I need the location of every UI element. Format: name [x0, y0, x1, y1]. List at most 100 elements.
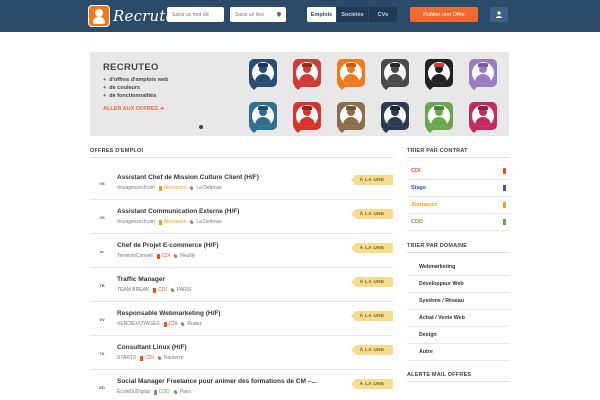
user-icon: [496, 11, 502, 18]
contract-type: Alernance: [163, 185, 187, 191]
avatar-tile: [381, 102, 409, 133]
avatar-person-icon: [296, 62, 318, 84]
contract-filter-label: Alernance: [411, 202, 438, 208]
location-pin-icon: [189, 185, 195, 191]
avatar-tile: [337, 102, 365, 133]
publish-offer-button[interactable]: Publier une Offre: [410, 7, 478, 22]
divider: [407, 179, 510, 180]
divider: [90, 157, 393, 158]
avatar-person-icon: [252, 62, 274, 84]
company-name: Voyagessncfcom: [117, 185, 155, 191]
contract-flag-icon: [158, 219, 162, 225]
user-account-button[interactable]: [490, 7, 508, 22]
domain-filter-item[interactable]: Développeur Web: [407, 279, 510, 289]
contract-flag-icon: [153, 287, 157, 293]
job-row[interactable]: ED Social Manager Freelance pour animer d…: [90, 370, 393, 400]
domain-filter-item[interactable]: Autre: [407, 347, 510, 357]
hero-feature: + d'offres d'emplois web: [103, 77, 169, 83]
carousel-dot[interactable]: [199, 125, 203, 129]
main-nav: Emplois Sociétés CVs: [307, 7, 397, 22]
job-row[interactable]: VS Assistant Communication Externe (H/F) V…: [90, 200, 393, 234]
job-title[interactable]: Chef de Projet E-commerce (H/F): [117, 242, 219, 249]
job-row[interactable]: VV Responsable Webmarketing (H/F) VERDIEVO…: [90, 302, 393, 336]
featured-badge: À LA UNE: [351, 209, 393, 219]
contract-filter-item[interactable]: Alernance: [407, 200, 510, 210]
divider: [407, 157, 510, 158]
job-meta: Voyagessncfcom Alernance La Defense: [117, 185, 222, 191]
contract-flag-icon: [156, 253, 160, 259]
domain-filter-label: Développeur Web: [419, 281, 464, 287]
top-header: RecruteO Emplois Sociétés CVs Publier un…: [0, 0, 600, 32]
contract-filter-label: Stage: [411, 185, 426, 191]
contract-flag-icon: [163, 321, 167, 327]
hero-feature: + de fonctionnalités: [103, 93, 157, 99]
job-meta: Voyagessncfcom Alernance La Defense: [117, 219, 222, 225]
job-meta: EcoleDuDigital CDD Paris: [117, 389, 191, 395]
contract-flag-icon: [503, 168, 506, 174]
contract-filter-item[interactable]: CDD: [407, 217, 510, 227]
job-row[interactable]: TA Consultant Linux (H/F) STARTX CDI Nanterr…: [90, 336, 393, 370]
divider: [407, 343, 510, 344]
location-pin-icon: [172, 389, 178, 395]
location-pin-icon: [169, 287, 175, 293]
avatar-tile: [293, 59, 321, 90]
go-to-offers-link[interactable]: ALLER AUX OFFRES ➔: [103, 106, 164, 112]
avatar-tile: [425, 59, 453, 90]
job-title[interactable]: Social Manager Freelance pour animer des…: [117, 378, 317, 385]
jobs-section-title: OFFRES D'EMPLOI: [90, 148, 144, 154]
job-row[interactable]: tc Chef de Projet E-commerce (H/F) Temenio…: [90, 234, 393, 268]
divider: [407, 309, 510, 310]
avatar-person-icon: [472, 62, 494, 84]
contract-flag-icon: [140, 355, 144, 361]
nav-cvs[interactable]: CVs: [369, 7, 397, 22]
job-location: Paris: [179, 389, 192, 395]
location-pin-icon: [173, 253, 179, 259]
contract-type: CDI: [168, 321, 178, 327]
avatar-person-icon: [340, 62, 362, 84]
contract-flag-icon: [158, 185, 162, 191]
company-name: Voyagessncfcom: [117, 219, 155, 225]
avatar-person-icon: [340, 105, 362, 127]
job-location: Rodez: [187, 321, 202, 327]
divider: [407, 326, 510, 327]
avatar-person-icon: [296, 105, 318, 127]
contract-flag-icon: [503, 219, 506, 225]
location-pin-icon: [156, 355, 162, 361]
company-name: VERDIEVOYAGES: [117, 321, 160, 327]
job-title[interactable]: Traffic Manager: [117, 276, 165, 283]
divider: [407, 213, 510, 214]
nav-emplois[interactable]: Emplois: [307, 7, 337, 22]
avatar-person-icon: [384, 62, 406, 84]
avatar-person-icon: [384, 105, 406, 127]
job-title[interactable]: Consultant Linux (H/F): [117, 344, 187, 351]
job-meta: STARTX CDI Nanterre: [117, 355, 183, 361]
job-title[interactable]: Responsable Webmarketing (H/F): [117, 310, 221, 317]
domain-filter-label: Système / Réseau: [419, 298, 465, 304]
job-title[interactable]: Assistant Chef de Mission Culture Client…: [117, 174, 259, 181]
hero-feature-list: + d'offres d'emplois web + de couleurs + de…: [103, 76, 168, 100]
contract-type: CDD: [158, 389, 170, 395]
divider: [407, 275, 510, 276]
avatar-person-icon: [428, 105, 450, 127]
company-logo: TB: [99, 282, 105, 288]
divider: [407, 196, 510, 197]
contract-type: CDI: [158, 287, 167, 293]
contract-type: CDI: [161, 253, 171, 259]
job-location: La Defense: [196, 219, 222, 225]
contract-flag-icon: [503, 202, 506, 208]
domain-filter-item[interactable]: Design: [407, 330, 510, 340]
company-name: EcoleDuDigital: [117, 389, 150, 395]
domain-filter-item[interactable]: Achat / Vente Web: [407, 313, 510, 323]
avatar-tile: [469, 59, 497, 90]
contract-filter-item[interactable]: Stage: [407, 183, 510, 193]
domain-filter-item[interactable]: Système / Réseau: [407, 296, 510, 306]
job-title[interactable]: Assistant Communication Externe (H/F): [117, 208, 239, 215]
avatar-person-icon: [428, 62, 450, 84]
job-row[interactable]: VS Assistant Chef de Mission Culture Clie…: [90, 166, 393, 200]
job-row[interactable]: TB Traffic Manager TEAM BREAK CDI PARIS À LA …: [90, 268, 393, 302]
keyword-search-input[interactable]: [167, 7, 224, 22]
nav-societes[interactable]: Sociétés: [337, 7, 369, 22]
divider: [407, 360, 510, 361]
domain-filter-item[interactable]: Webmarketing: [407, 262, 510, 272]
contract-filter-item[interactable]: CDI: [407, 166, 510, 176]
